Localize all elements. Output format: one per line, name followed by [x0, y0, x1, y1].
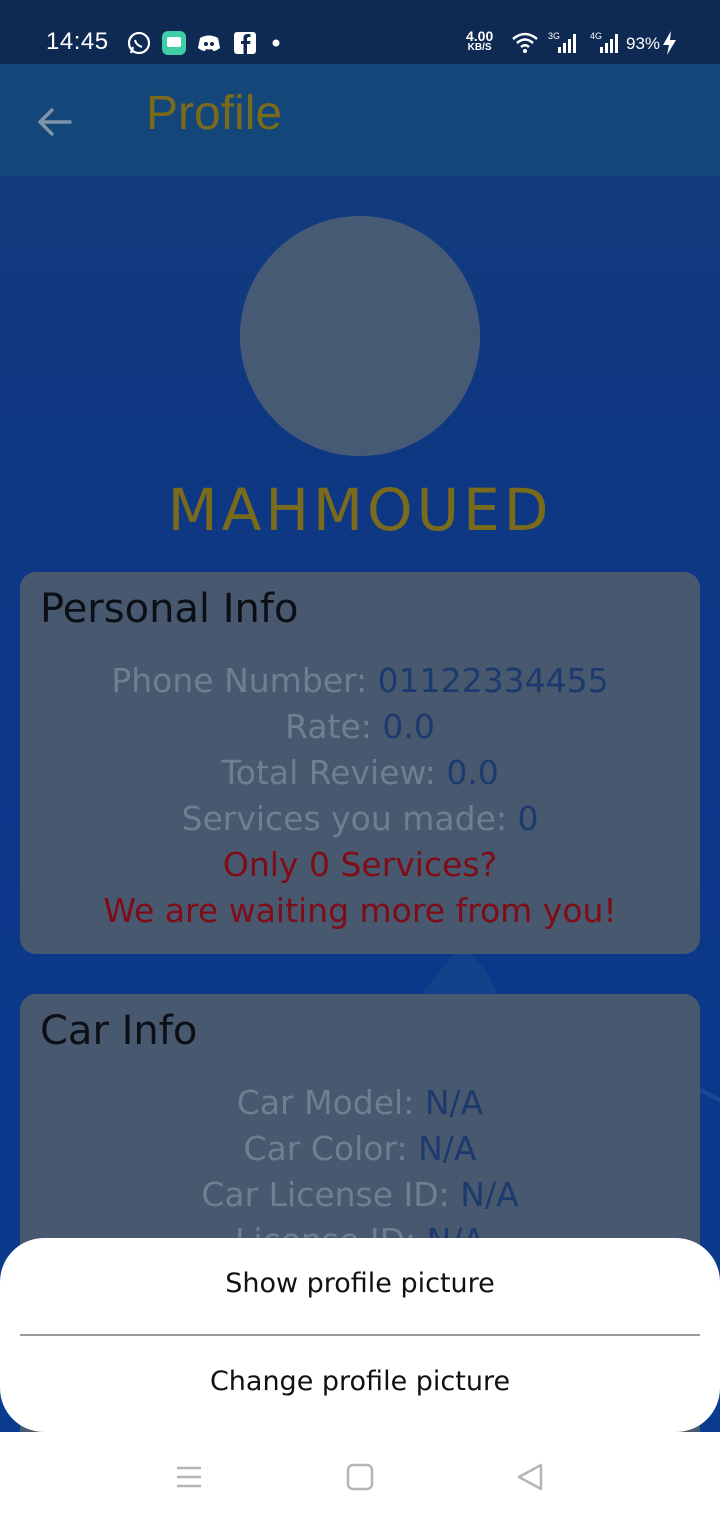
net-speed-unit: KB/S: [467, 42, 492, 53]
back-triangle-icon[interactable]: [515, 1462, 545, 1492]
system-nav-bar: [0, 1432, 720, 1520]
home-icon[interactable]: [345, 1462, 375, 1492]
charging-icon: [663, 31, 676, 55]
signal-4g-label: 4G: [590, 31, 602, 41]
facebook-icon: [234, 32, 256, 54]
dim-overlay[interactable]: [0, 64, 720, 1432]
battery-level: 93%: [626, 34, 661, 53]
change-profile-picture-button[interactable]: Change profile picture: [0, 1366, 720, 1397]
profile-picture-sheet: Show profile picture Change profile pict…: [0, 1238, 720, 1432]
net-speed: 4.00 KB/S: [466, 29, 493, 54]
more-notifications-icon: [272, 39, 280, 47]
status-time: 14:45: [46, 28, 109, 55]
discord-icon: [198, 35, 220, 51]
messages-icon: [162, 31, 186, 55]
show-profile-picture-button[interactable]: Show profile picture: [0, 1268, 720, 1299]
status-bar: 14:45 4.00 KB/S 3G 4G 93%: [0, 0, 720, 64]
whatsapp-icon: [127, 31, 151, 55]
wifi-icon: [512, 32, 538, 53]
signal-3g-label: 3G: [548, 31, 560, 41]
signal-3g-icon: 3G: [548, 31, 576, 53]
sheet-divider: [20, 1334, 700, 1336]
menu-icon[interactable]: [174, 1462, 204, 1492]
signal-4g-icon: 4G: [590, 31, 618, 53]
